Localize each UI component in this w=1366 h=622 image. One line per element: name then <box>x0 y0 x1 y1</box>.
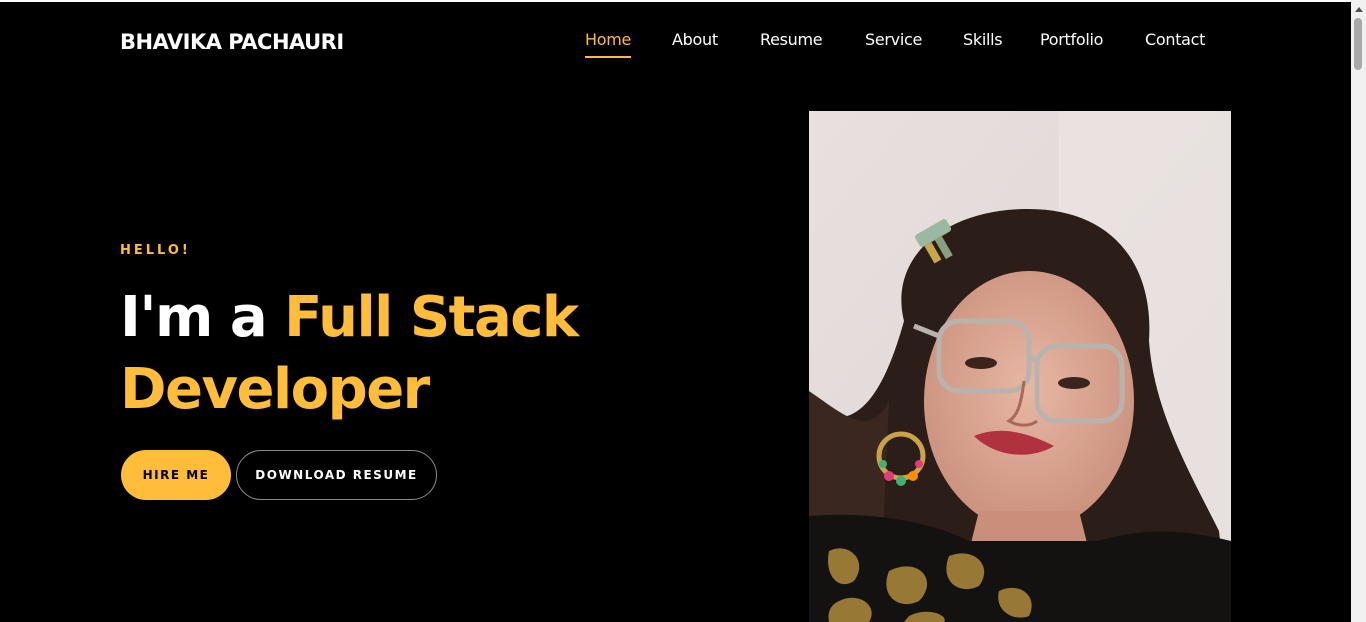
scrollbar-thumb[interactable] <box>1354 18 1362 70</box>
nav-active-underline <box>585 56 632 58</box>
hero-headline: I'm a Full Stack Developer <box>120 282 680 426</box>
page-scrollbar[interactable] <box>1351 0 1366 622</box>
nav-item-about[interactable]: About <box>672 30 718 49</box>
nav-item-contact[interactable]: Contact <box>1145 30 1205 49</box>
headline-prefix: I'm a <box>120 285 285 350</box>
hero-greeting: HELLO! <box>120 243 191 258</box>
profile-photo <box>809 111 1231 622</box>
nav-item-service[interactable]: Service <box>865 30 922 49</box>
nav-item-home[interactable]: Home <box>585 30 632 58</box>
hire-me-button[interactable]: HIRE ME <box>121 450 231 500</box>
window-top-border <box>0 0 1366 2</box>
headline-accent-2: Developer <box>120 357 430 422</box>
headline-accent-1: Full Stack <box>284 285 579 350</box>
triangle-up-icon[interactable] <box>1351 2 1366 16</box>
profile-photo-illustration <box>809 111 1231 622</box>
nav-item-portfolio[interactable]: Portfolio <box>1040 30 1103 49</box>
nav-item-resume[interactable]: Resume <box>760 30 823 49</box>
nav-item-skills[interactable]: Skills <box>963 30 1003 49</box>
download-resume-button[interactable]: DOWNLOAD RESUME <box>236 450 437 500</box>
brand-logo[interactable]: BHAVIKA PACHAURI <box>120 30 344 54</box>
nav-item-label: Home <box>585 30 632 49</box>
portfolio-page: BHAVIKA PACHAURI Home About Resume Servi… <box>0 0 1366 622</box>
